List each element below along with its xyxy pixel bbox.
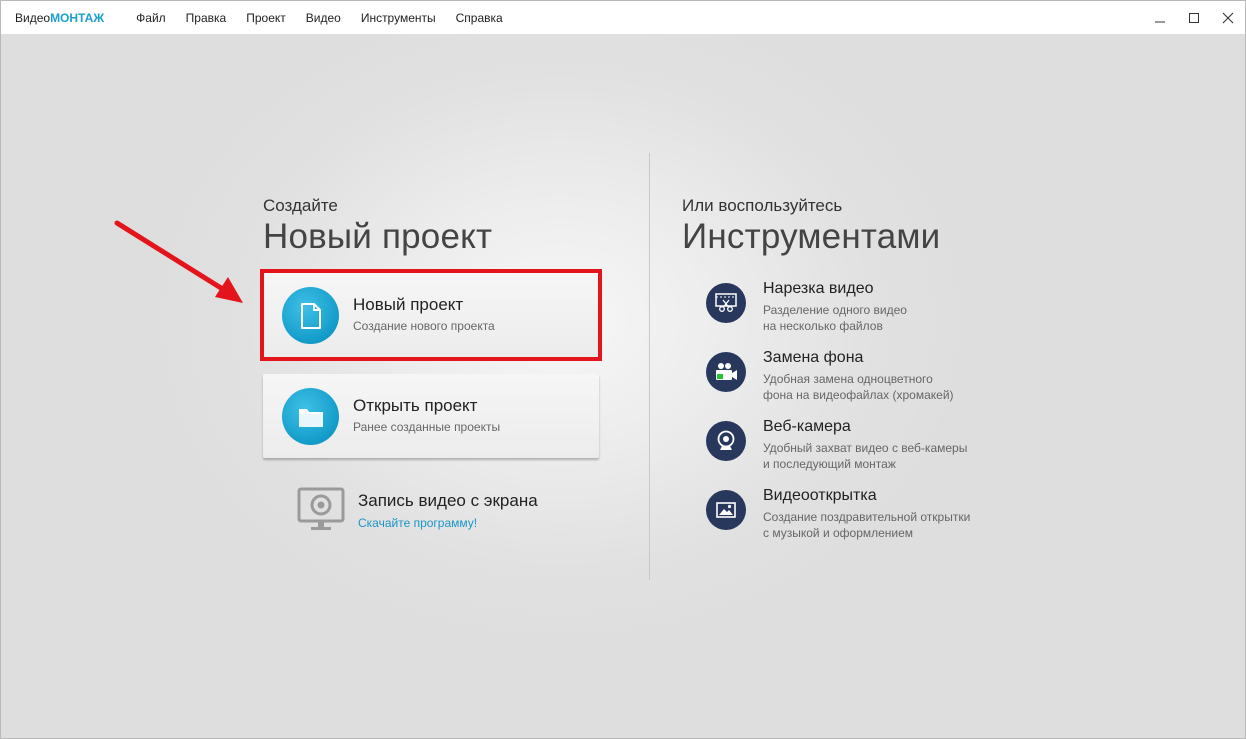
maximize-button[interactable] <box>1177 1 1211 34</box>
tool-chromakey-title: Замена фона <box>763 349 864 366</box>
tool-postcard-desc-line1: Создание поздравительной открытки <box>763 510 971 524</box>
maximize-icon <box>1189 12 1199 23</box>
open-project-title: Открыть проект <box>353 396 478 415</box>
chromakey-camera-icon-circle <box>706 352 746 392</box>
tool-video-cut-desc-line2: на несколько файлов <box>763 319 883 333</box>
tool-webcam[interactable]: Веб-камера Удобный захват видео с веб-ка… <box>706 418 1026 480</box>
logo-prefix: Видео <box>15 10 51 25</box>
create-title: Новый проект <box>263 217 493 256</box>
chromakey-camera-icon <box>716 363 737 380</box>
logo-brand: МОНТАЖ <box>50 10 105 25</box>
tool-chromakey-desc-line1: Удобная замена одноцветного <box>763 372 933 386</box>
tool-postcard[interactable]: Видеооткрытка Создание поздравительной о… <box>706 487 1026 549</box>
tool-video-cut-title: Нарезка видео <box>763 280 874 297</box>
open-project-button[interactable]: Открыть проект Ранее созданные проекты <box>263 374 599 458</box>
tool-postcard-title: Видеооткрытка <box>763 487 877 504</box>
tool-postcard-desc: Создание поздравительной открытки с музы… <box>763 509 970 541</box>
webcam-icon <box>717 430 735 450</box>
minimize-button[interactable] <box>1143 1 1177 34</box>
create-subtitle: Создайте <box>263 196 338 215</box>
download-program-link[interactable]: Скачайте программу! <box>358 516 477 530</box>
menu-tools[interactable]: Инструменты <box>361 11 436 25</box>
folder-icon-circle <box>282 388 339 445</box>
tool-video-cut[interactable]: Нарезка видео Разделение одного видео на… <box>706 280 1026 342</box>
red-highlight-frame <box>260 269 602 361</box>
tools-subtitle: Или воспользуйтесь <box>682 196 843 215</box>
tool-webcam-desc-line1: Удобный захват видео с веб-камеры <box>763 441 968 455</box>
picture-icon <box>716 502 736 518</box>
red-arrow-icon <box>114 220 243 303</box>
menu-bar: Файл Правка Проект Видео Инструменты Спр… <box>136 11 523 25</box>
menu-help[interactable]: Справка <box>456 11 503 25</box>
tool-webcam-desc-line2: и последующий монтаж <box>763 457 896 471</box>
webcam-icon-circle <box>706 421 746 461</box>
monitor-webcam-icon <box>297 487 345 530</box>
menu-project[interactable]: Проект <box>246 11 286 25</box>
tool-chromakey-desc-line2: фона на видеофайлах (хромакей) <box>763 388 954 402</box>
tool-webcam-title: Веб-камера <box>763 418 851 435</box>
tool-chromakey[interactable]: Замена фона Удобная замена одноцветного … <box>706 349 1026 411</box>
scissors-film-icon <box>715 293 737 312</box>
menu-edit[interactable]: Правка <box>186 11 227 25</box>
open-project-subtitle: Ранее созданные проекты <box>353 420 501 434</box>
tool-postcard-desc-line2: с музыкой и оформлением <box>763 526 914 540</box>
app-window: ВидеоМОНТАЖ Файл Правка Проект Видео Инс… <box>0 0 1246 739</box>
minimize-icon <box>1155 21 1165 22</box>
tool-chromakey-desc: Удобная замена одноцветного фона на виде… <box>763 371 954 403</box>
scissors-film-icon-circle <box>706 283 746 323</box>
menu-file[interactable]: Файл <box>136 11 166 25</box>
tool-webcam-desc: Удобный захват видео с веб-камеры и посл… <box>763 440 967 472</box>
tools-title: Инструментами <box>682 217 941 256</box>
column-divider <box>649 153 650 580</box>
picture-icon-circle <box>706 490 746 530</box>
close-icon <box>1222 12 1234 23</box>
folder-icon <box>298 408 323 427</box>
screen-record-title: Запись видео с экрана <box>358 491 538 510</box>
close-button[interactable] <box>1211 1 1245 34</box>
tool-video-cut-desc-line1: Разделение одного видео <box>763 303 907 317</box>
tool-video-cut-desc: Разделение одного видео на несколько фай… <box>763 302 907 334</box>
menu-video[interactable]: Видео <box>306 11 341 25</box>
app-logo: ВидеоМОНТАЖ <box>15 11 104 25</box>
window-controls <box>1143 1 1245 34</box>
title-bar: ВидеоМОНТАЖ Файл Правка Проект Видео Инс… <box>1 1 1245 34</box>
